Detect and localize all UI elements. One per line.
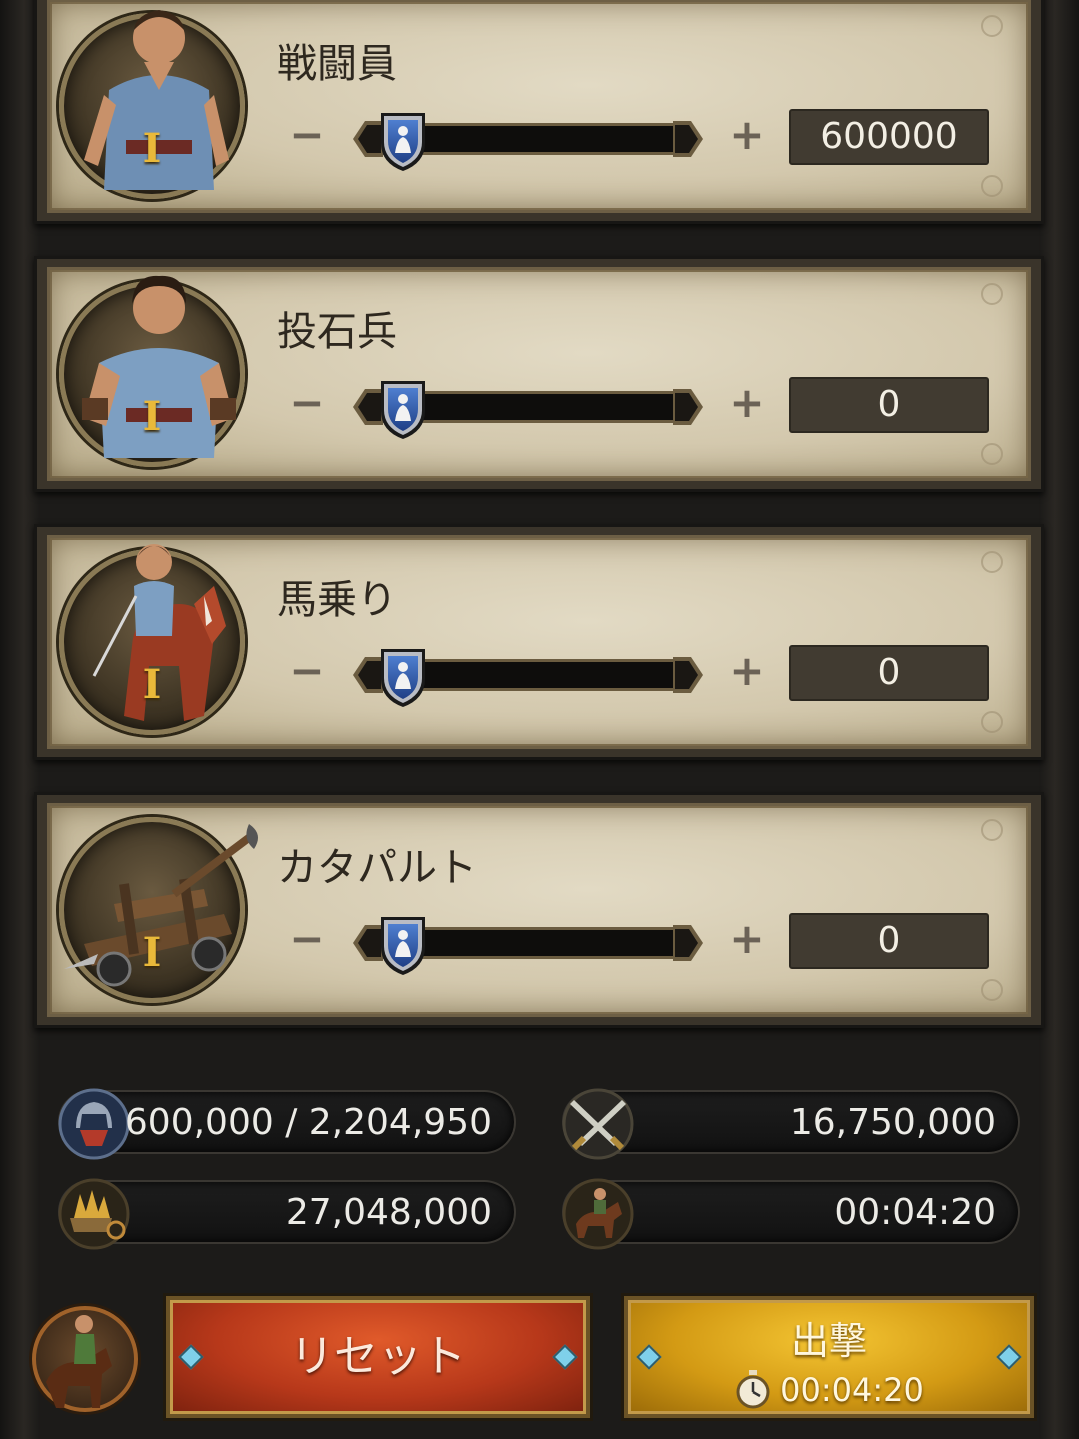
attack-power-stat: 16,750,000 (562, 1088, 1020, 1160)
quantity-input[interactable]: 0 (789, 913, 989, 969)
slider-thumb-shield-icon[interactable] (375, 107, 431, 173)
tier-badge: I (142, 929, 162, 976)
corner-ornament (981, 979, 1003, 1001)
attack-time-value: 00:04:20 (780, 1371, 924, 1409)
increase-button[interactable]: + (727, 382, 767, 424)
corner-ornament (981, 283, 1003, 305)
decrease-button[interactable]: − (287, 650, 327, 692)
troop-count-value: 600,000 / 2,204,950 (124, 1102, 492, 1143)
quantity-slider[interactable] (353, 111, 703, 171)
quantity-slider[interactable] (353, 647, 703, 707)
crossed-swords-icon (562, 1088, 634, 1160)
quantity-input[interactable]: 0 (789, 645, 989, 701)
slinger-portrait-icon[interactable]: I (59, 275, 245, 467)
load-capacity-stat: 27,048,000 (58, 1178, 516, 1250)
rider-portrait-icon[interactable]: I (59, 544, 245, 735)
increase-button[interactable]: + (727, 650, 767, 692)
increase-button[interactable]: + (727, 918, 767, 960)
resource-cart-icon (58, 1178, 130, 1250)
stopwatch-icon (736, 1370, 770, 1409)
slider-thumb-shield-icon[interactable] (375, 375, 431, 441)
tier-badge: I (142, 661, 162, 708)
reset-label: リセット (290, 1331, 466, 1382)
gem-ornament (178, 1344, 204, 1370)
quantity-slider[interactable] (353, 379, 703, 439)
decrease-button[interactable]: − (287, 918, 327, 960)
decrease-button[interactable]: − (287, 114, 327, 156)
corner-ornament (981, 175, 1003, 197)
slider-right-cap (673, 925, 703, 961)
slider-thumb-shield-icon[interactable] (375, 911, 431, 977)
load-capacity-value: 27,048,000 (285, 1192, 492, 1233)
catapult-portrait-icon[interactable]: I (59, 817, 258, 1003)
unit-card-rider: I 馬乗り − + 0 (34, 524, 1044, 760)
fighter-portrait-icon[interactable]: I (59, 10, 245, 199)
helmet-icon (58, 1088, 130, 1160)
attack-label: 出撃 (790, 1319, 867, 1363)
increase-button[interactable]: + (727, 114, 767, 156)
unit-name: 戦闘員 (277, 41, 397, 87)
quantity-input[interactable]: 0 (789, 377, 989, 433)
march-time-stat: 00:04:20 (562, 1178, 1020, 1250)
tier-badge: I (142, 393, 162, 440)
corner-ornament (981, 711, 1003, 733)
right-border (1039, 0, 1079, 1439)
reset-button[interactable]: リセット (166, 1296, 590, 1418)
slider-thumb-shield-icon[interactable] (375, 643, 431, 709)
march-time-value: 00:04:20 (834, 1192, 996, 1233)
corner-ornament (981, 551, 1003, 573)
quantity-input[interactable]: 600000 (789, 109, 989, 165)
troop-count-stat: 600,000 / 2,204,950 (58, 1088, 516, 1160)
hero-rider-icon (46, 1315, 112, 1408)
unit-card-fighter: I 戦闘員 − + 600000 (34, 0, 1044, 224)
unit-name: カタパルト (277, 845, 477, 891)
tier-badge: I (142, 125, 162, 172)
corner-ornament (981, 443, 1003, 465)
unit-name: 投石兵 (277, 309, 397, 355)
corner-ornament (981, 15, 1003, 37)
attack-button[interactable]: 出撃 00:04:20 (624, 1296, 1034, 1418)
slider-right-cap (673, 121, 703, 157)
corner-ornament (981, 819, 1003, 841)
attack-power-value: 16,750,000 (789, 1102, 996, 1143)
slider-right-cap (673, 657, 703, 693)
hero-avatar[interactable] (32, 1306, 138, 1412)
unit-card-catapult: I カタパルト − + 0 (34, 792, 1044, 1028)
quantity-slider[interactable] (353, 915, 703, 975)
unit-card-slinger: I 投石兵 − + 0 (34, 256, 1044, 492)
gem-ornament (552, 1344, 578, 1370)
unit-name: 馬乗り (277, 577, 397, 623)
slider-right-cap (673, 389, 703, 425)
decrease-button[interactable]: − (287, 382, 327, 424)
horse-rider-icon (562, 1178, 634, 1250)
